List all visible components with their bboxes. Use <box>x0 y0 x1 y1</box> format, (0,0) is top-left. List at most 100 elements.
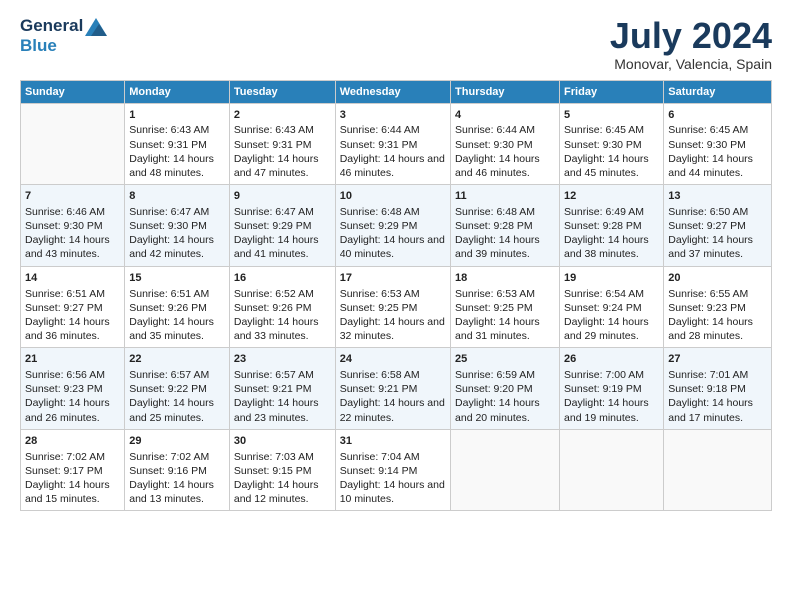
day-number: 26 <box>564 352 659 367</box>
day-cell: 28Sunrise: 7:02 AMSunset: 9:17 PMDayligh… <box>21 429 125 511</box>
day-number: 7 <box>25 189 120 204</box>
sunset-text: Sunset: 9:25 PM <box>340 302 418 314</box>
col-header-wednesday: Wednesday <box>335 80 450 103</box>
day-cell <box>21 103 125 185</box>
day-number: 2 <box>234 108 331 123</box>
sunrise-text: Sunrise: 6:44 AM <box>340 124 420 136</box>
sunrise-text: Sunrise: 6:49 AM <box>564 206 644 218</box>
day-cell: 25Sunrise: 6:59 AMSunset: 9:20 PMDayligh… <box>451 348 560 430</box>
subtitle: Monovar, Valencia, Spain <box>610 56 772 72</box>
day-cell: 21Sunrise: 6:56 AMSunset: 9:23 PMDayligh… <box>21 348 125 430</box>
day-cell: 16Sunrise: 6:52 AMSunset: 9:26 PMDayligh… <box>229 266 335 348</box>
sunrise-text: Sunrise: 6:59 AM <box>455 369 535 381</box>
day-cell: 27Sunrise: 7:01 AMSunset: 9:18 PMDayligh… <box>664 348 772 430</box>
day-number: 18 <box>455 271 555 286</box>
day-number: 24 <box>340 352 446 367</box>
daylight-text: Daylight: 14 hours and 36 minutes. <box>25 316 110 342</box>
sunrise-text: Sunrise: 7:02 AM <box>129 451 209 463</box>
day-cell: 3Sunrise: 6:44 AMSunset: 9:31 PMDaylight… <box>335 103 450 185</box>
sunrise-text: Sunrise: 6:57 AM <box>129 369 209 381</box>
day-cell: 19Sunrise: 6:54 AMSunset: 9:24 PMDayligh… <box>560 266 664 348</box>
sunrise-text: Sunrise: 6:53 AM <box>455 288 535 300</box>
day-number: 21 <box>25 352 120 367</box>
col-header-tuesday: Tuesday <box>229 80 335 103</box>
sunrise-text: Sunrise: 6:50 AM <box>668 206 748 218</box>
day-cell: 11Sunrise: 6:48 AMSunset: 9:28 PMDayligh… <box>451 185 560 267</box>
week-row-0: 1 Sunrise: 6:43 AM Sunset: 9:31 PM Daylight… <box>21 103 772 185</box>
sunrise-text: Sunrise: 6:48 AM <box>340 206 420 218</box>
day-cell: 22Sunrise: 6:57 AMSunset: 9:22 PMDayligh… <box>125 348 230 430</box>
daylight-text: Daylight: 14 hours and 19 minutes. <box>564 397 649 423</box>
week-row-3: 21Sunrise: 6:56 AMSunset: 9:23 PMDayligh… <box>21 348 772 430</box>
day-number: 23 <box>234 352 331 367</box>
sunset-text: Sunset: 9:18 PM <box>668 383 746 395</box>
day-cell <box>451 429 560 511</box>
daylight-text: Daylight: 14 hours and 38 minutes. <box>564 234 649 260</box>
day-number: 31 <box>340 434 446 449</box>
sunset-text: Sunset: 9:30 PM <box>564 139 642 151</box>
daylight-text: Daylight: 14 hours and 12 minutes. <box>234 479 319 505</box>
title-block: July 2024 Monovar, Valencia, Spain <box>610 16 772 72</box>
sunset-text: Sunset: 9:15 PM <box>234 465 312 477</box>
day-cell: 13Sunrise: 6:50 AMSunset: 9:27 PMDayligh… <box>664 185 772 267</box>
day-number: 16 <box>234 271 331 286</box>
day-number: 14 <box>25 271 120 286</box>
sunset-text: Sunset: 9:29 PM <box>234 220 312 232</box>
daylight-text: Daylight: 14 hours and 23 minutes. <box>234 397 319 423</box>
week-row-1: 7 Sunrise: 6:46 AM Sunset: 9:30 PM Daylight… <box>21 185 772 267</box>
day-number: 8 <box>129 189 225 204</box>
sunrise-text: Sunrise: 6:45 AM <box>564 124 644 136</box>
col-header-sunday: Sunday <box>21 80 125 103</box>
day-number: 25 <box>455 352 555 367</box>
sunset-text: Sunset: 9:28 PM <box>455 220 533 232</box>
header: General Blue July 2024 Monovar, Valencia… <box>20 16 772 72</box>
daylight-text: Daylight: 14 hours and 32 minutes. <box>340 316 445 342</box>
col-header-saturday: Saturday <box>664 80 772 103</box>
day-cell: 23Sunrise: 6:57 AMSunset: 9:21 PMDayligh… <box>229 348 335 430</box>
day-cell: 20Sunrise: 6:55 AMSunset: 9:23 PMDayligh… <box>664 266 772 348</box>
day-number: 12 <box>564 189 659 204</box>
day-cell: 2Sunrise: 6:43 AMSunset: 9:31 PMDaylight… <box>229 103 335 185</box>
sunset-text: Sunset: 9:17 PM <box>25 465 103 477</box>
sunset-text: Sunset: 9:31 PM <box>234 139 312 151</box>
sunset-text: Sunset: 9:31 PM <box>129 139 207 151</box>
day-cell: 18Sunrise: 6:53 AMSunset: 9:25 PMDayligh… <box>451 266 560 348</box>
day-number: 27 <box>668 352 767 367</box>
daylight-text: Daylight: 14 hours and 41 minutes. <box>234 234 319 260</box>
sunrise-text: Sunrise: 6:46 AM <box>25 206 105 218</box>
sunrise-text: Sunrise: 6:43 AM <box>234 124 314 136</box>
day-number: 17 <box>340 271 446 286</box>
day-number: 22 <box>129 352 225 367</box>
daylight-text: Daylight: 14 hours and 39 minutes. <box>455 234 540 260</box>
day-cell: 9Sunrise: 6:47 AMSunset: 9:29 PMDaylight… <box>229 185 335 267</box>
sunset-text: Sunset: 9:29 PM <box>340 220 418 232</box>
sunrise-text: Sunrise: 6:48 AM <box>455 206 535 218</box>
sunset-text: Sunset: 9:27 PM <box>668 220 746 232</box>
sunset-text: Sunset: 9:31 PM <box>340 139 418 151</box>
sunrise-text: Sunrise: 6:55 AM <box>668 288 748 300</box>
sunset-text: Sunset: 9:26 PM <box>234 302 312 314</box>
sunrise-text: Sunrise: 6:54 AM <box>564 288 644 300</box>
day-number: 15 <box>129 271 225 286</box>
sunset-text: Sunset: 9:23 PM <box>25 383 103 395</box>
sunset-text: Sunset: 9:14 PM <box>340 465 418 477</box>
sunrise-text: Sunrise: 7:04 AM <box>340 451 420 463</box>
daylight-text: Daylight: 14 hours and 28 minutes. <box>668 316 753 342</box>
sunrise-text: Sunrise: 6:52 AM <box>234 288 314 300</box>
day-cell: 1Sunrise: 6:43 AMSunset: 9:31 PMDaylight… <box>125 103 230 185</box>
day-number: 4 <box>455 108 555 123</box>
sunrise-text: Sunrise: 7:03 AM <box>234 451 314 463</box>
sunrise-text: Sunrise: 7:01 AM <box>668 369 748 381</box>
sunset-text: Sunset: 9:16 PM <box>129 465 207 477</box>
logo-blue: Blue <box>20 36 107 56</box>
day-cell: 26Sunrise: 7:00 AMSunset: 9:19 PMDayligh… <box>560 348 664 430</box>
logo-text: General <box>20 16 107 36</box>
daylight-text: Daylight: 14 hours and 46 minutes. <box>340 153 445 179</box>
day-number: 1 <box>129 108 225 123</box>
daylight-text: Daylight: 14 hours and 26 minutes. <box>25 397 110 423</box>
sunset-text: Sunset: 9:30 PM <box>129 220 207 232</box>
day-number: 5 <box>564 108 659 123</box>
day-cell: 10Sunrise: 6:48 AMSunset: 9:29 PMDayligh… <box>335 185 450 267</box>
daylight-text: Daylight: 14 hours and 46 minutes. <box>455 153 540 179</box>
sunrise-text: Sunrise: 6:53 AM <box>340 288 420 300</box>
